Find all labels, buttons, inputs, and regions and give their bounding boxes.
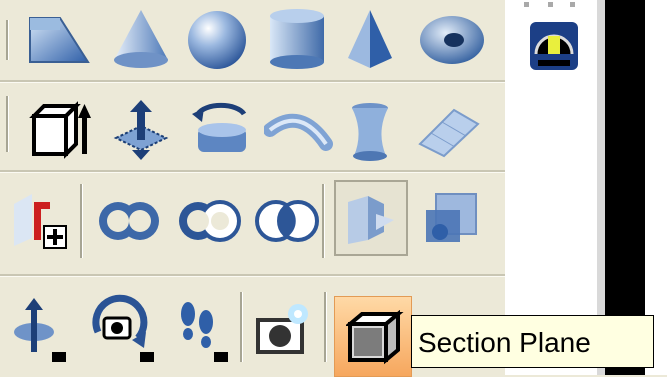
sphere-icon[interactable] bbox=[182, 6, 252, 72]
planar-surface-icon[interactable] bbox=[414, 104, 484, 160]
row4-separator-2 bbox=[324, 292, 327, 362]
wedge-icon[interactable] bbox=[24, 10, 94, 72]
render-icon[interactable] bbox=[252, 300, 316, 360]
walk-icon[interactable] bbox=[172, 296, 230, 362]
cylinder-icon[interactable] bbox=[262, 6, 332, 72]
cone-icon[interactable] bbox=[106, 6, 176, 72]
row3-separator bbox=[80, 184, 83, 258]
interfere-icon[interactable] bbox=[420, 188, 484, 250]
intersect-icon[interactable] bbox=[254, 196, 320, 246]
side-dots bbox=[524, 0, 576, 10]
3d-move-icon[interactable] bbox=[10, 296, 68, 362]
gauge-icon[interactable] bbox=[528, 20, 580, 72]
row1-grip bbox=[6, 20, 9, 60]
revolve-icon[interactable] bbox=[188, 100, 256, 162]
loft-icon[interactable] bbox=[342, 100, 398, 164]
row3-separator-2 bbox=[322, 184, 325, 258]
extract-edges-icon[interactable] bbox=[8, 190, 72, 252]
presspull-icon[interactable] bbox=[110, 98, 172, 164]
extrude-icon[interactable] bbox=[26, 98, 98, 164]
row-divider-3 bbox=[0, 274, 505, 277]
subtract-icon[interactable] bbox=[176, 196, 242, 246]
pyramid-icon[interactable] bbox=[340, 6, 400, 72]
union-icon[interactable] bbox=[96, 196, 162, 246]
row4-separator bbox=[240, 292, 243, 362]
sweep-icon[interactable] bbox=[264, 104, 334, 160]
tooltip: Section Plane bbox=[411, 315, 654, 368]
torus-icon[interactable] bbox=[414, 10, 490, 70]
row-divider-1 bbox=[0, 80, 505, 83]
row-divider-2 bbox=[0, 170, 505, 173]
row2-grip bbox=[6, 96, 9, 152]
3d-orbit-icon[interactable] bbox=[86, 294, 156, 362]
section-plane-icon[interactable] bbox=[346, 310, 404, 368]
slice-icon[interactable] bbox=[342, 192, 402, 248]
